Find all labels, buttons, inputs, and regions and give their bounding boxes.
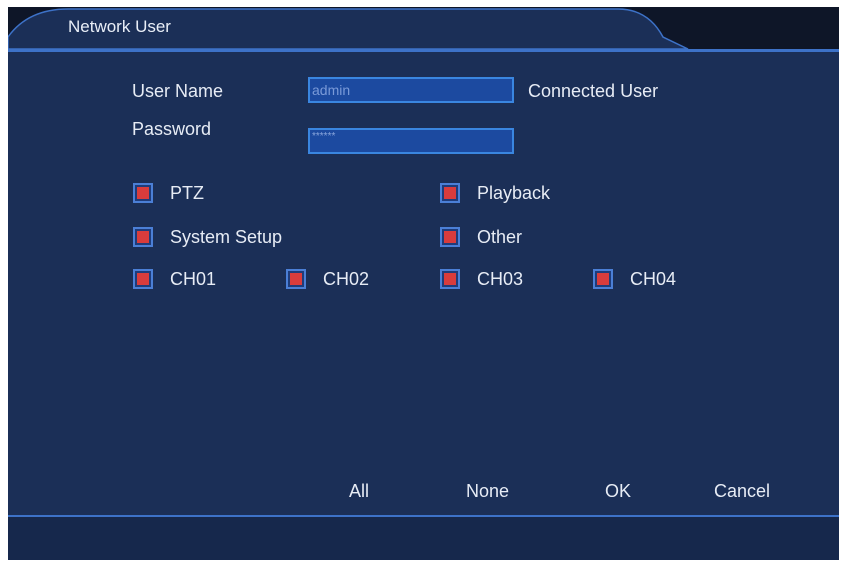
- checkbox-label-ch01: CH01: [170, 269, 217, 289]
- network-user-dialog: Network User User Name admin Connected U…: [8, 7, 839, 560]
- checkbox-other[interactable]: [440, 227, 460, 247]
- none-button[interactable]: None: [466, 481, 509, 502]
- password-label: Password: [132, 119, 212, 139]
- checkbox-label-ptz: PTZ: [170, 183, 204, 203]
- checkbox-ch04[interactable]: [593, 269, 613, 289]
- status-bar: [8, 517, 839, 560]
- checkbox-ch01[interactable]: [133, 269, 153, 289]
- checkbox-ch02[interactable]: [286, 269, 306, 289]
- all-button[interactable]: All: [349, 481, 369, 502]
- username-field[interactable]: admin: [308, 77, 514, 103]
- checkbox-ch03[interactable]: [440, 269, 460, 289]
- checkbox-ptz[interactable]: [133, 183, 153, 203]
- checkbox-label-other: Other: [477, 227, 523, 247]
- ok-button[interactable]: OK: [605, 481, 631, 502]
- window-title: Network User: [68, 17, 171, 36]
- checkbox-label-ch04: CH04: [630, 269, 677, 289]
- connected-user-label: Connected User: [528, 81, 659, 101]
- title-divider: [8, 49, 839, 52]
- password-field[interactable]: ******: [308, 128, 514, 154]
- checkbox-playback[interactable]: [440, 183, 460, 203]
- checkbox-label-system-setup: System Setup: [170, 227, 283, 247]
- checkbox-label-ch03: CH03: [477, 269, 524, 289]
- checkbox-label-playback: Playback: [477, 183, 551, 203]
- checkbox-system-setup[interactable]: [133, 227, 153, 247]
- checkbox-label-ch02: CH02: [323, 269, 370, 289]
- username-label: User Name: [132, 81, 224, 101]
- cancel-button[interactable]: Cancel: [714, 481, 770, 502]
